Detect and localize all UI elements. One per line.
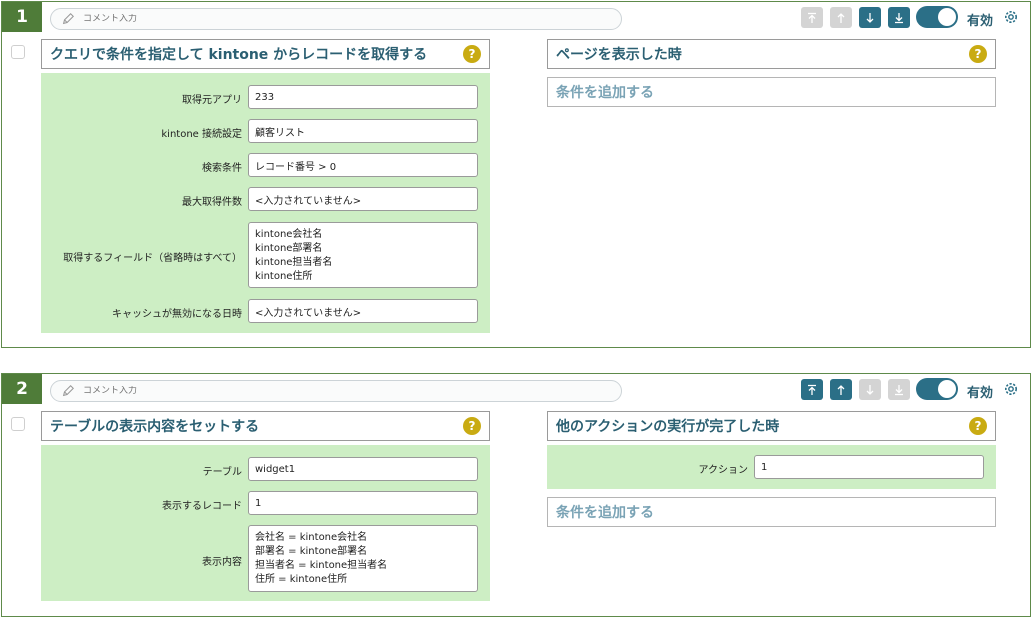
question-icon[interactable]: ? [463, 45, 481, 63]
textarea-line: kintone担当者名 [255, 257, 333, 268]
condition-title: 他のアクションの実行が完了した時 [556, 419, 780, 435]
action-title: テーブルの表示内容をセットする [50, 419, 260, 435]
select-checkbox[interactable] [11, 45, 25, 59]
move-to-top-button[interactable] [801, 379, 823, 400]
field-label: キャッシュが無効になる日時 [112, 309, 242, 320]
textarea-line: kintone会社名 [255, 229, 323, 240]
question-icon[interactable]: ? [969, 417, 987, 435]
toggle-knob [938, 380, 956, 398]
step-number-badge: 1 [2, 2, 42, 32]
field-label: kintone 接続設定 [161, 129, 242, 140]
field-value-input[interactable]: widget1 [248, 457, 478, 481]
arrow-down-icon [866, 384, 874, 395]
field-label: 表示内容 [202, 557, 242, 568]
move-to-bottom-button[interactable] [888, 379, 910, 400]
textarea-line: kintone住所 [255, 271, 313, 282]
move-up-button[interactable] [830, 7, 852, 28]
field-label: 表示するレコード [162, 501, 242, 512]
field-value-input[interactable]: 顧客リスト [248, 119, 478, 143]
condition-header[interactable]: ページを表示した時 ? [547, 39, 996, 69]
move-down-button[interactable] [859, 7, 881, 28]
gear-icon[interactable] [1003, 9, 1019, 25]
action-card-2: 2 有効 テーブルの表示内容をセットする ? テーブル widget1 表示する… [1, 373, 1031, 617]
select-checkbox[interactable] [11, 417, 25, 431]
gear-icon[interactable] [1003, 381, 1019, 397]
field-label: 取得元アプリ [182, 95, 242, 106]
move-to-top-icon [808, 12, 816, 23]
field-value-input[interactable]: <入力されていません> [248, 187, 478, 211]
arrow-up-icon [837, 12, 845, 23]
pencil-icon [62, 385, 74, 397]
comment-input[interactable] [83, 386, 603, 396]
question-icon[interactable]: ? [969, 45, 987, 63]
action-header[interactable]: クエリで条件を指定して kintone からレコードを取得する ? [41, 39, 490, 69]
field-value-textarea[interactable]: 会社名 = kintone会社名 部署名 = kintone部署名 担当者名 =… [248, 525, 478, 592]
move-up-button[interactable] [830, 379, 852, 400]
action-fields-panel: テーブル widget1 表示するレコード 1 表示内容 会社名 = kinto… [41, 445, 490, 601]
comment-field[interactable] [50, 8, 622, 30]
textarea-line: 会社名 = kintone会社名 [255, 532, 368, 543]
textarea-line: 住所 = kintone住所 [255, 574, 348, 585]
move-to-bottom-icon [895, 12, 903, 23]
enabled-toggle[interactable] [916, 6, 958, 28]
move-to-top-button[interactable] [801, 7, 823, 28]
condition-fields-panel: アクション 1 [547, 445, 996, 489]
enabled-label: 有効 [967, 14, 994, 29]
step-number-badge: 2 [2, 374, 42, 404]
field-label: テーブル [202, 467, 242, 478]
arrow-up-icon [837, 384, 845, 395]
field-value-input[interactable]: レコード番号 > 0 [248, 153, 478, 177]
add-condition-button[interactable]: 条件を追加する [547, 77, 996, 107]
condition-title: ページを表示した時 [556, 47, 682, 63]
field-label: 最大取得件数 [182, 197, 242, 208]
move-to-top-icon [808, 384, 816, 395]
field-value-input[interactable]: 233 [248, 85, 478, 109]
enabled-toggle[interactable] [916, 378, 958, 400]
add-condition-button[interactable]: 条件を追加する [547, 497, 996, 527]
textarea-line: 部署名 = kintone部署名 [255, 546, 368, 557]
condition-header[interactable]: 他のアクションの実行が完了した時 ? [547, 411, 996, 441]
field-value-input[interactable]: <入力されていません> [248, 299, 478, 323]
field-label: 検索条件 [202, 163, 242, 174]
comment-input[interactable] [83, 14, 603, 24]
move-to-bottom-icon [895, 384, 903, 395]
enabled-label: 有効 [967, 386, 994, 401]
field-value-input[interactable]: 1 [754, 455, 984, 479]
question-icon[interactable]: ? [463, 417, 481, 435]
textarea-line: kintone部署名 [255, 243, 323, 254]
arrow-down-icon [866, 12, 874, 23]
action-title: クエリで条件を指定して kintone からレコードを取得する [50, 47, 428, 63]
action-card-1: 1 有効 クエリで条件を指定して kintone からレコードを取得する ? 取… [1, 1, 1031, 348]
field-label: アクション [698, 465, 749, 476]
field-value-textarea[interactable]: kintone会社名 kintone部署名 kintone担当者名 kinton… [248, 222, 478, 288]
move-to-bottom-button[interactable] [888, 7, 910, 28]
textarea-line: 担当者名 = kintone担当者名 [255, 560, 388, 571]
move-down-button[interactable] [859, 379, 881, 400]
comment-field[interactable] [50, 380, 622, 402]
field-label: 取得するフィールド（省略時はすべて） [63, 253, 242, 264]
action-fields-panel: 取得元アプリ 233 kintone 接続設定 顧客リスト 検索条件 レコード番… [41, 73, 490, 333]
action-header[interactable]: テーブルの表示内容をセットする ? [41, 411, 490, 441]
pencil-icon [62, 13, 74, 25]
field-value-input[interactable]: 1 [248, 491, 478, 515]
toggle-knob [938, 8, 956, 26]
